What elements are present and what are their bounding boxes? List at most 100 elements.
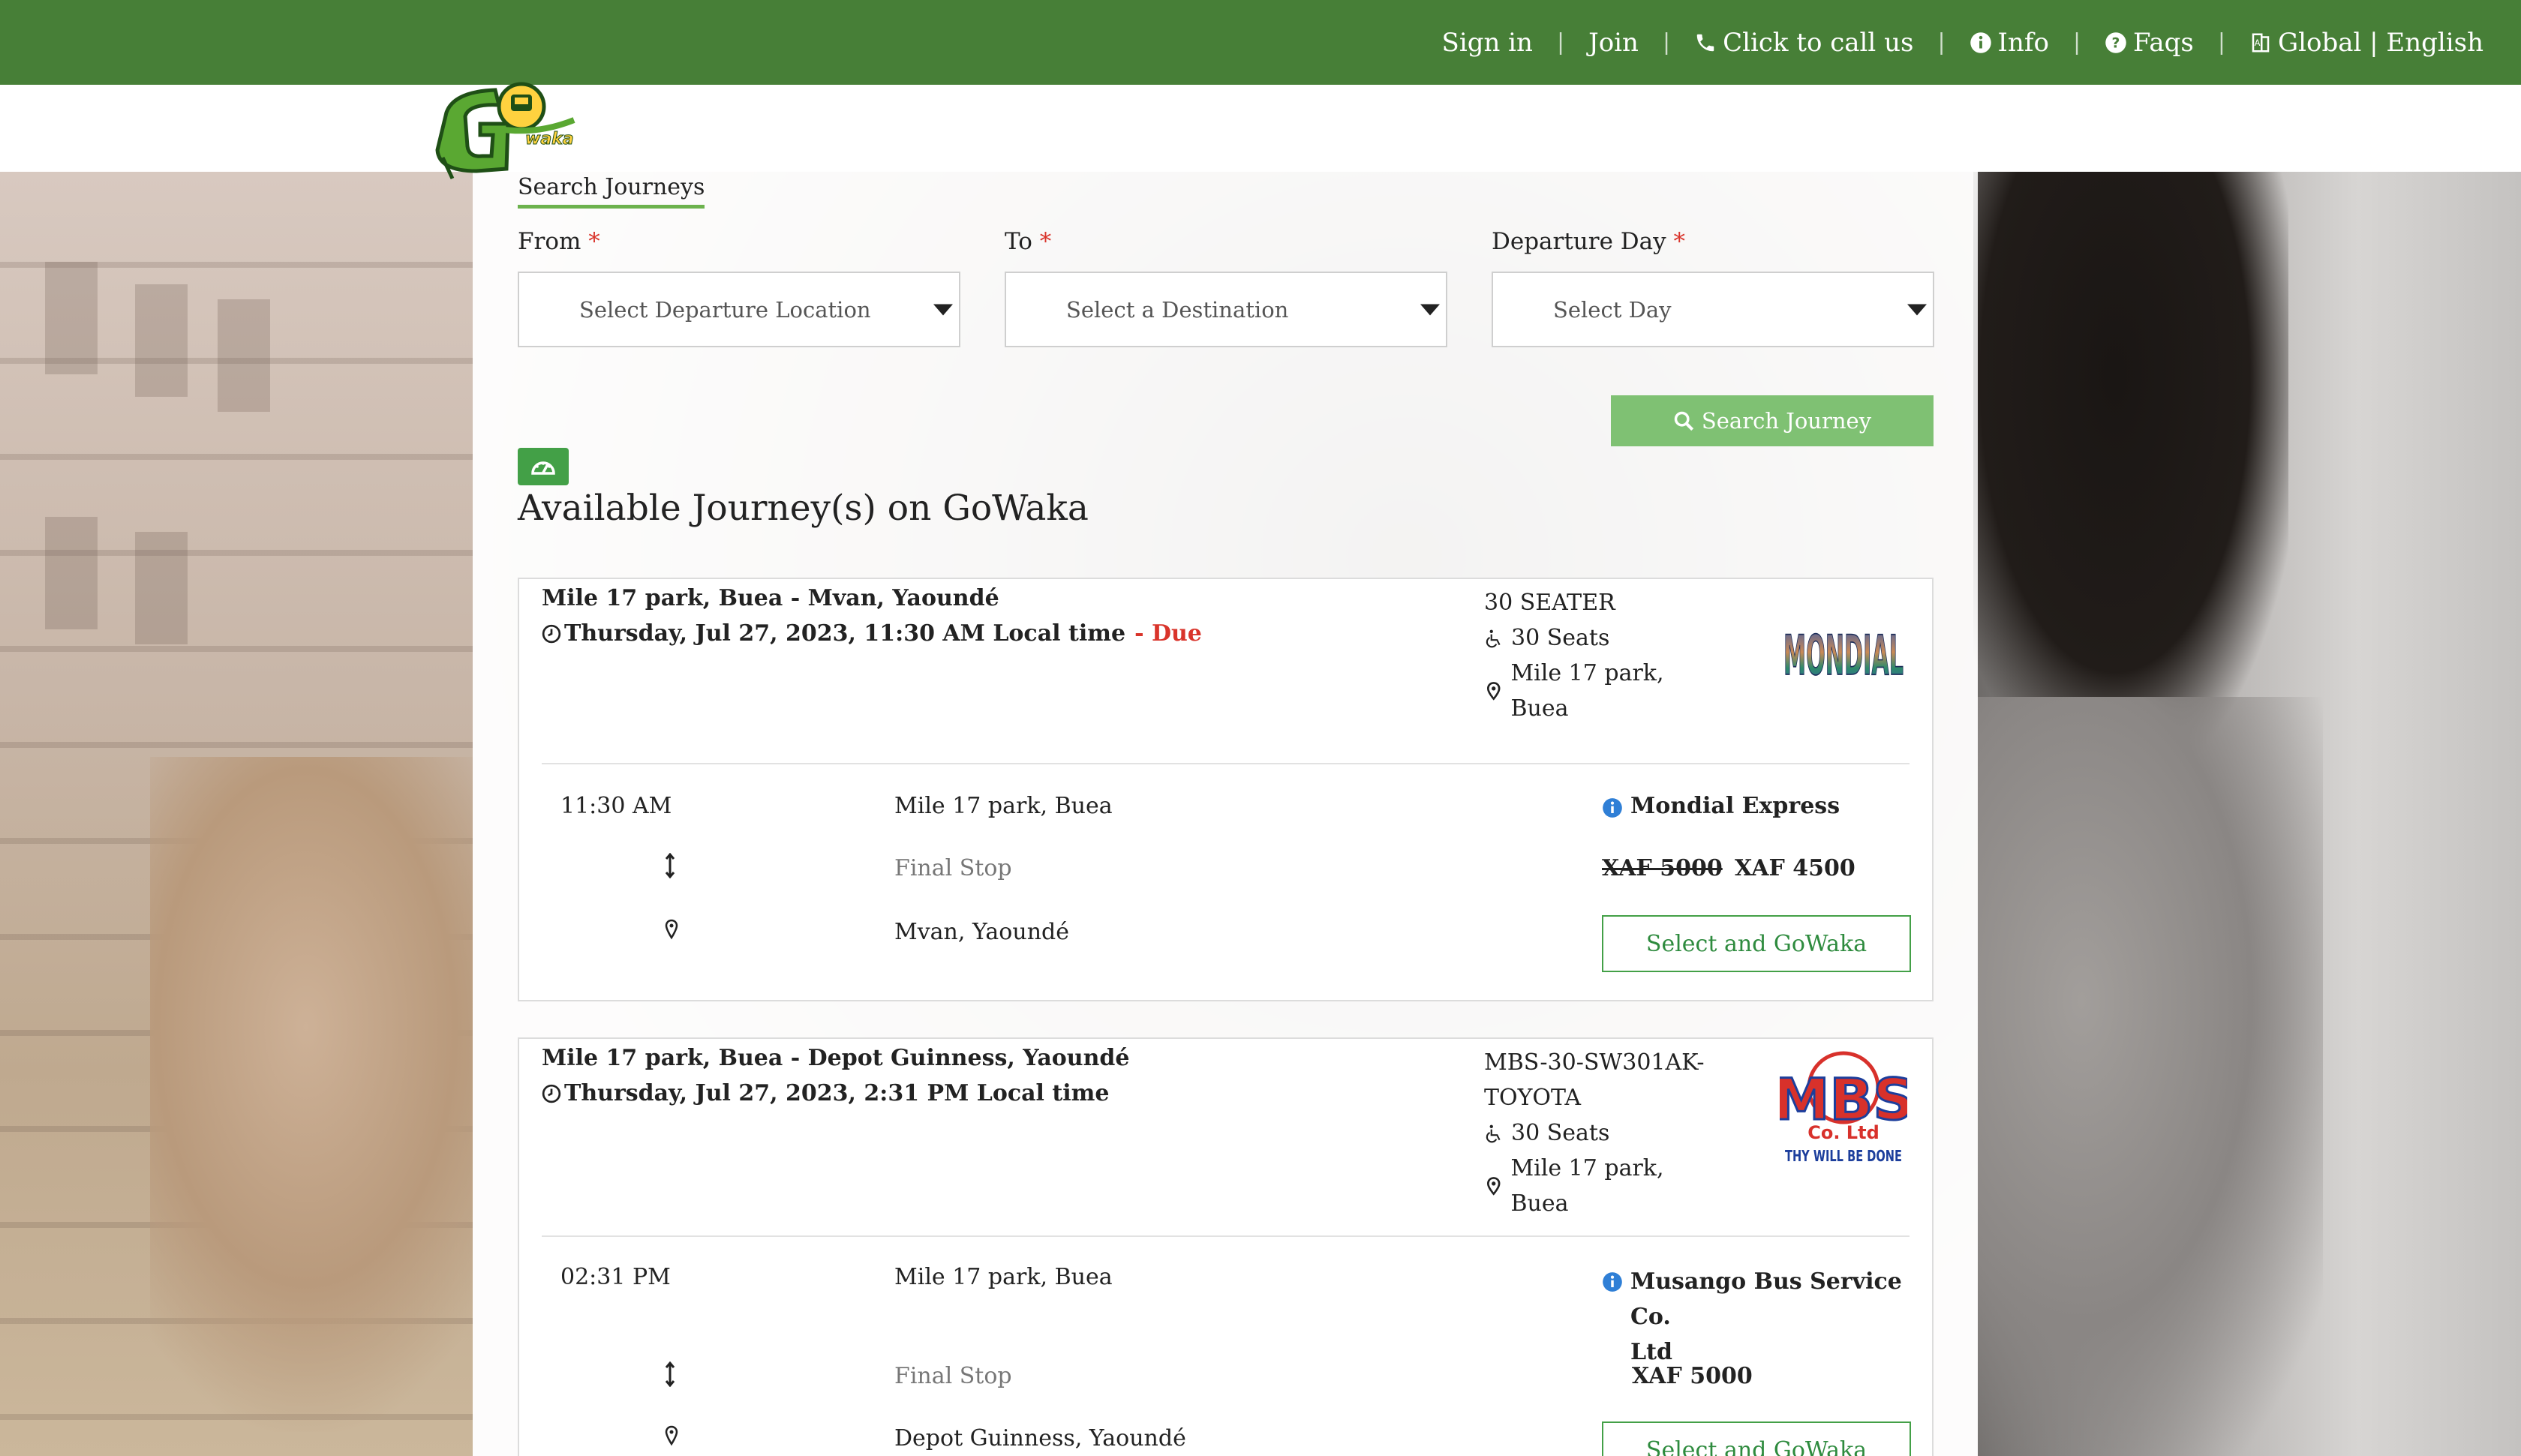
departure-time-text: Thursday, Jul 27, 2023, 2:31 PM Local ti… <box>564 1080 1110 1106</box>
background-person-coat <box>1978 697 2323 1456</box>
card-divider <box>542 763 1910 764</box>
required-mark: * <box>1673 228 1686 255</box>
mbs-logo-tag: THY WILL BE DONE <box>1785 1147 1902 1165</box>
vehicle-info: MBS-30-SW301AK- TOYOTA 30 Seats Mile 17 … <box>1484 1045 1724 1221</box>
from-select[interactable]: Select Departure Location <box>518 272 960 347</box>
origin-stop: Mile 17 park, Buea <box>894 793 1113 819</box>
origin-stop: Mile 17 park, Buea <box>894 1264 1113 1290</box>
journey-route: Mile 17 park, Buea - Depot Guinness, Yao… <box>542 1045 1130 1071</box>
operator-name-line2: Ltd <box>1630 1339 1672 1365</box>
language-selector[interactable]: A Global | English <box>2233 28 2500 58</box>
from-label: From * <box>518 228 600 255</box>
journey-departure: Thursday, Jul 27, 2023, 2:31 PM Local ti… <box>542 1080 1109 1106</box>
mondial-logo-text: MONDIAL <box>1783 623 1904 687</box>
seats-count: 30 Seats <box>1511 1120 1610 1146</box>
logo-strip <box>0 85 2521 172</box>
park-name: Mile 17 park, Buea <box>1510 660 1664 722</box>
map-marker-icon <box>1486 1177 1501 1196</box>
seats-count: 30 Seats <box>1511 625 1610 651</box>
journey-card: Mile 17 park, Buea - Mvan, Yaoundé Thurs… <box>518 578 1934 1001</box>
sign-in-link[interactable]: Sign in <box>1426 28 1549 58</box>
to-label: To * <box>1005 228 1051 255</box>
wheelchair-icon <box>1486 629 1501 647</box>
final-stop-label: Final Stop <box>894 855 1012 881</box>
search-journey-label: Search Journey <box>1701 408 1872 434</box>
nav-separator: | <box>2217 29 2225 56</box>
join-label: Join <box>1588 27 1639 58</box>
due-badge: - Due <box>1134 620 1202 647</box>
updown-arrow-icon <box>665 853 675 878</box>
mbs-logo: MBS Co. Ltd THY WILL BE DONE <box>1780 1051 1907 1165</box>
nav-separator: | <box>1662 29 1671 56</box>
search-journeys-tab[interactable]: Search Journeys <box>518 174 705 209</box>
svg-text:A: A <box>2255 38 2261 47</box>
vehicle-type: 30 SEATER <box>1484 590 1615 616</box>
to-select[interactable]: Select a Destination <box>1005 272 1447 347</box>
info-icon <box>1970 32 1991 53</box>
updown-arrow-icon <box>665 1361 675 1387</box>
gowaka-logo[interactable]: waka <box>424 75 578 180</box>
destination-stop: Mvan, Yaoundé <box>894 919 1069 945</box>
search-journey-button[interactable]: Search Journey <box>1611 395 1934 446</box>
final-stop-label: Final Stop <box>894 1363 1012 1389</box>
operator-link[interactable]: Musango Bus Service Co. Ltd <box>1602 1264 1917 1370</box>
from-select-value: Select Departure Location <box>579 296 871 323</box>
nav-separator: | <box>1937 29 1946 56</box>
available-journeys-title: Available Journey(s) on GoWaka <box>518 488 1089 529</box>
departure-day-label: Departure Day * <box>1492 228 1685 255</box>
park-info: Mile 17 park, Buea <box>1484 1151 1724 1221</box>
journey-card: Mile 17 park, Buea - Depot Guinness, Yao… <box>518 1037 1934 1456</box>
caret-down-icon <box>1907 304 1927 315</box>
sign-in-label: Sign in <box>1441 27 1533 58</box>
dashboard-icon <box>518 448 569 485</box>
to-select-value: Select a Destination <box>1066 296 1289 323</box>
operator-link[interactable]: Mondial Express <box>1602 793 1840 819</box>
map-marker-icon <box>1486 682 1501 701</box>
operator-name-line1: Musango Bus Service Co. <box>1630 1268 1902 1330</box>
faqs-link[interactable]: ? Faqs <box>2088 28 2210 58</box>
background-window <box>45 262 98 374</box>
logo-subtext: waka <box>525 130 574 149</box>
clock-icon <box>542 624 561 643</box>
vehicle-type: MBS-30-SW301AK- <box>1484 1049 1705 1076</box>
info-label: Info <box>1997 27 2049 58</box>
map-marker-icon <box>665 919 678 940</box>
info-link[interactable]: Info <box>1953 28 2066 58</box>
question-icon: ? <box>2105 32 2126 53</box>
background-person-hair <box>1973 172 2288 757</box>
required-mark: * <box>1039 228 1052 255</box>
journey-route: Mile 17 park, Buea - Mvan, Yaoundé <box>542 585 999 611</box>
caret-down-icon <box>933 304 953 315</box>
park-name: Mile 17 park, Buea <box>1510 1155 1664 1217</box>
info-icon <box>1603 1272 1622 1292</box>
nav-separator: | <box>1556 29 1565 56</box>
join-link[interactable]: Join <box>1572 28 1655 58</box>
operator-name: Mondial Express <box>1630 793 1840 819</box>
map-marker-icon <box>665 1425 678 1446</box>
select-and-gowaka-button[interactable]: Select and GoWaka <box>1602 1421 1911 1456</box>
departure-day-select[interactable]: Select Day <box>1492 272 1934 347</box>
mbs-logo-sub: Co. Ltd <box>1807 1122 1879 1143</box>
seat-info: 30 Seats <box>1484 620 1724 656</box>
card-divider <box>542 1235 1910 1237</box>
background-window <box>218 299 270 412</box>
price: XAF 5000 <box>1632 1363 1753 1389</box>
background-window <box>135 532 188 644</box>
departure-day-label-text: Departure Day <box>1492 228 1666 255</box>
clock-icon <box>542 1084 561 1103</box>
destination-stop: Depot Guinness, Yaoundé <box>894 1425 1186 1451</box>
nav-separator: | <box>2072 29 2081 56</box>
old-price: XAF 5000 <box>1602 855 1723 881</box>
mondial-express-logo: MONDIAL <box>1783 623 1904 688</box>
select-and-gowaka-button[interactable]: Select and GoWaka <box>1602 915 1911 972</box>
call-us-link[interactable]: Click to call us <box>1678 28 1930 58</box>
call-us-label: Click to call us <box>1723 27 1914 58</box>
operator-name: Musango Bus Service Co. Ltd <box>1630 1264 1917 1370</box>
to-label-text: To <box>1005 228 1032 255</box>
language-label: Global | English <box>2277 27 2483 58</box>
language-icon: A <box>2252 33 2270 52</box>
seat-info: 30 Seats <box>1484 1115 1724 1151</box>
departure-time: 11:30 AM <box>560 793 672 819</box>
departure-day-select-value: Select Day <box>1553 296 1672 323</box>
vehicle-type-line2: TOYOTA <box>1484 1085 1582 1111</box>
